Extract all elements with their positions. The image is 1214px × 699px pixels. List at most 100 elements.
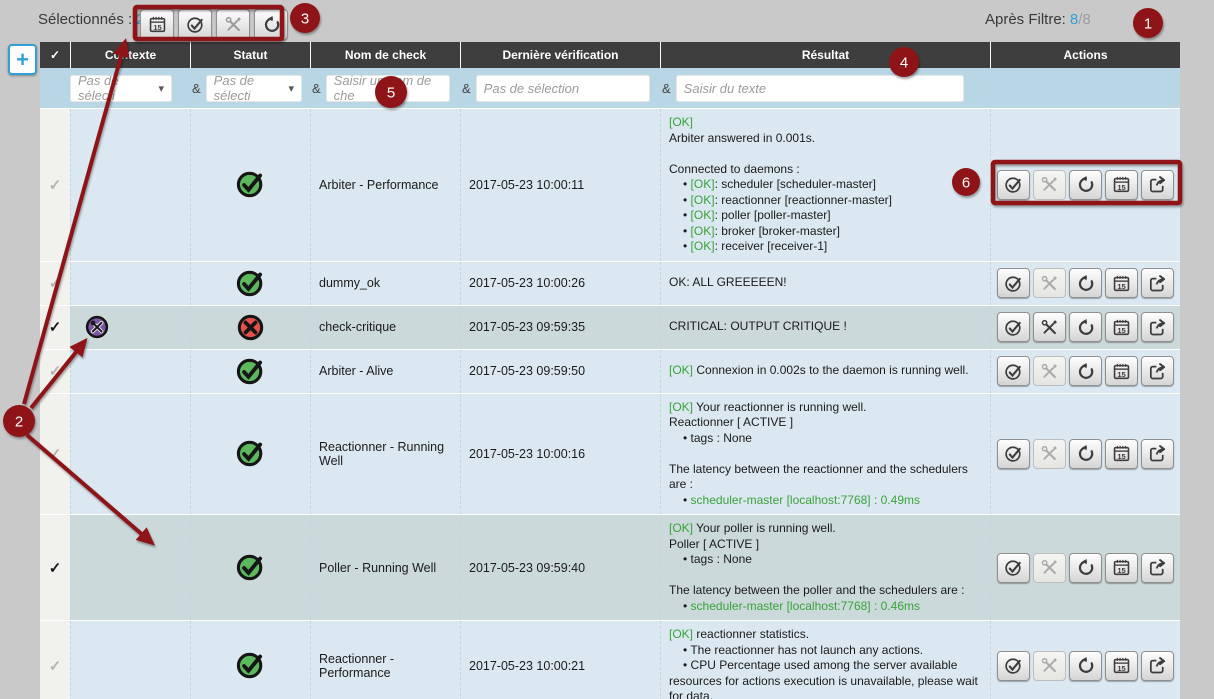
row-export-button[interactable]: [1141, 170, 1174, 200]
export-icon: [1148, 362, 1167, 381]
row-acknowledge-button[interactable]: [997, 651, 1030, 681]
row-downtime-button[interactable]: 15: [1105, 312, 1138, 342]
status-ok-icon: [234, 168, 267, 201]
check-name: Reactionner - Performance: [310, 621, 460, 699]
row-select-checkbox[interactable]: ✓: [40, 262, 70, 305]
toolbar-acknowledge-button[interactable]: [178, 9, 212, 40]
row-recheck-button[interactable]: [1069, 170, 1102, 200]
filter-select-contexte[interactable]: Pas de sélecti▾: [70, 75, 172, 102]
row-downtime-button[interactable]: 15: [1105, 268, 1138, 298]
row-recheck-button[interactable]: [1069, 553, 1102, 583]
row-downtime-button[interactable]: 15: [1105, 170, 1138, 200]
row-acknowledge-button[interactable]: [997, 312, 1030, 342]
result-line: • [OK]: receiver [receiver-1]: [669, 239, 982, 255]
check-name: Arbiter - Alive: [310, 350, 460, 393]
context-cell: [70, 306, 190, 349]
row-acknowledge-button[interactable]: [997, 268, 1030, 298]
result-line: • The reactionner has not launch any act…: [669, 643, 982, 659]
calendar15-icon: 15: [1112, 274, 1131, 293]
annotation-circle-1: [1133, 8, 1163, 38]
result-line: Connected to daemons :: [669, 162, 982, 178]
export-icon: [1148, 274, 1167, 293]
filter-cell-derniere: &Pas de sélection: [460, 68, 660, 108]
row-export-button[interactable]: [1141, 312, 1174, 342]
result-line: • [OK]: scheduler [scheduler-master]: [669, 177, 982, 193]
filter-input-placeholder: Saisir du texte: [684, 81, 766, 96]
row-recheck-button[interactable]: [1069, 356, 1102, 386]
row-fix-button[interactable]: [1033, 312, 1066, 342]
row-recheck-button[interactable]: [1069, 651, 1102, 681]
row-export-button[interactable]: [1141, 651, 1174, 681]
result-line: • scheduler-master [localhost:7768] : 0.…: [669, 493, 982, 509]
selected-label-text: Sélectionnés :: [38, 11, 132, 28]
result-blank-line: [669, 146, 982, 162]
context-cell: [70, 621, 190, 699]
row-acknowledge-button[interactable]: [997, 170, 1030, 200]
toolbar-fix-tools-button[interactable]: [216, 9, 250, 40]
check-result: [OK] Your poller is running well.Poller …: [660, 515, 990, 620]
annotation-number: 2: [15, 414, 23, 431]
after-filter-count: 8: [1070, 11, 1078, 28]
row-downtime-button[interactable]: 15: [1105, 553, 1138, 583]
row-select-checkbox[interactable]: ✓: [40, 394, 70, 515]
check-name: Arbiter - Performance: [310, 109, 460, 261]
row-export-button[interactable]: [1141, 553, 1174, 583]
row-downtime-button[interactable]: 15: [1105, 651, 1138, 681]
annotation-number: 3: [301, 11, 309, 28]
row-fix-button[interactable]: [1033, 439, 1066, 469]
undo-icon: [262, 15, 281, 34]
filter-select-statut[interactable]: Pas de sélecti▾: [206, 75, 302, 102]
row-recheck-button[interactable]: [1069, 268, 1102, 298]
row-fix-button[interactable]: [1033, 356, 1066, 386]
last-check-time: 2017-05-23 10:00:16: [460, 394, 660, 515]
filter-cell-resultat: &Saisir du texte: [660, 68, 990, 108]
row-acknowledge-button[interactable]: [997, 553, 1030, 583]
status-ok-icon: [234, 649, 267, 682]
row-fix-button[interactable]: [1033, 651, 1066, 681]
row-select-checkbox[interactable]: ✓: [40, 109, 70, 261]
row-export-button[interactable]: [1141, 268, 1174, 298]
row-export-button[interactable]: [1141, 439, 1174, 469]
status-critical-icon: [234, 311, 267, 344]
result-blank-line: [669, 446, 982, 462]
undo-icon: [1076, 175, 1095, 194]
table-row: ✓ Reactionner - Performance2017-05-23 10:…: [40, 620, 1180, 699]
row-acknowledge-button[interactable]: [997, 439, 1030, 469]
status-cell: [190, 350, 310, 393]
filter-input-derniere[interactable]: Pas de sélection: [476, 75, 650, 102]
row-recheck-button[interactable]: [1069, 312, 1102, 342]
row-recheck-button[interactable]: [1069, 439, 1102, 469]
undo-icon: [1076, 274, 1095, 293]
row-fix-button[interactable]: [1033, 268, 1066, 298]
unselected-check-icon: ✓: [49, 176, 62, 194]
status-ok-icon: [234, 267, 267, 300]
row-select-checkbox[interactable]: ✓: [40, 515, 70, 620]
toolbar-downtime-calendar-button[interactable]: 15: [140, 9, 174, 40]
row-select-checkbox[interactable]: ✓: [40, 621, 70, 699]
table-header-row: ✓ContexteStatutNom de checkDernière véri…: [40, 42, 1180, 68]
calendar15-icon: 15: [1112, 318, 1131, 337]
row-export-button[interactable]: [1141, 356, 1174, 386]
filter-select-value: Pas de sélecti: [78, 73, 158, 103]
last-check-time: 2017-05-23 10:00:21: [460, 621, 660, 699]
filter-input-resultat[interactable]: Saisir du texte: [676, 75, 964, 102]
check-result: CRITICAL: OUTPUT CRITIQUE !: [660, 306, 990, 349]
result-line: Arbiter answered in 0.001s.: [669, 131, 982, 147]
row-downtime-button[interactable]: 15: [1105, 439, 1138, 469]
toolbar-recheck-undo-button[interactable]: [254, 9, 288, 40]
filter-cell-sel: [40, 68, 70, 108]
row-select-checkbox[interactable]: ✓: [40, 306, 70, 349]
add-filter-button[interactable]: +: [8, 44, 37, 75]
row-fix-button[interactable]: [1033, 170, 1066, 200]
svg-text:15: 15: [1117, 369, 1125, 378]
row-acknowledge-button[interactable]: [997, 356, 1030, 386]
row-downtime-button[interactable]: 15: [1105, 356, 1138, 386]
status-cell: [190, 394, 310, 515]
filter-input-nom[interactable]: Saisir un nom de che: [326, 75, 450, 102]
filter-select-value: Pas de sélecti: [214, 73, 289, 103]
row-fix-button[interactable]: [1033, 553, 1066, 583]
last-check-time: 2017-05-23 10:00:11: [460, 109, 660, 261]
checkcircle-icon: [186, 15, 205, 34]
after-filter-text: Après Filtre:: [985, 11, 1066, 28]
row-select-checkbox[interactable]: ✓: [40, 350, 70, 393]
